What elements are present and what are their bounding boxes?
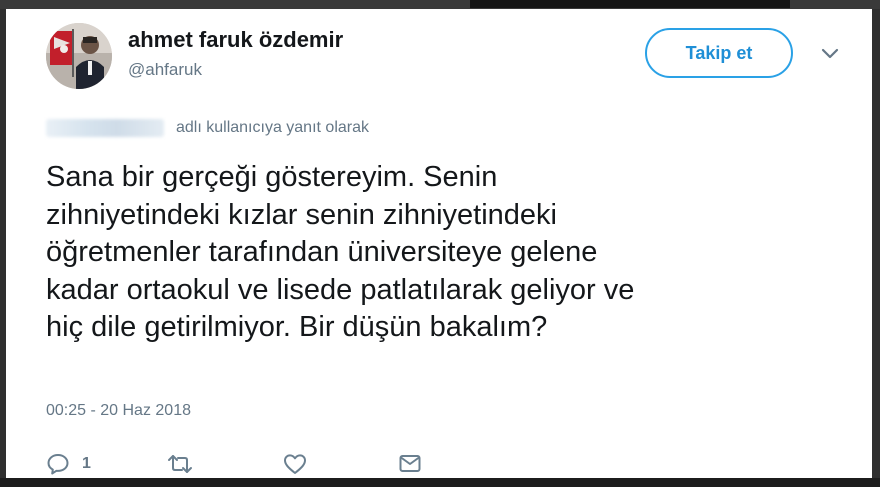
tweet-timestamp[interactable]: 00:25 - 20 Haz 2018 (46, 402, 191, 420)
tweet-line: kadar ortaokul ve lisede patlatılarak ge… (46, 273, 635, 306)
more-options-caret[interactable] (819, 46, 841, 62)
avatar-photo (46, 23, 112, 89)
retweet-icon (168, 455, 192, 473)
avatar[interactable] (46, 23, 112, 89)
reply-count: 1 (82, 455, 91, 472)
direct-message-button[interactable] (398, 451, 422, 477)
chevron-down-icon (821, 48, 839, 59)
like-button[interactable] (283, 451, 307, 477)
top-edge (0, 0, 880, 9)
reply-icon (47, 454, 69, 475)
tweet-line: öğretmenler tarafından üniversiteye gele… (46, 236, 598, 268)
redacted-username[interactable] (46, 119, 164, 137)
user-handle[interactable]: @ahfaruk (128, 60, 202, 80)
tweet-line: hiç dile getirilmiyor. Bir düşün bakalım… (46, 311, 548, 343)
like-icon (284, 454, 306, 474)
screenshot-frame: ahmet faruk özdemir @ahfaruk Takip et ad… (0, 0, 880, 487)
tweet-line: zihniyetindeki kızlar senin zihniyetinde… (46, 198, 557, 231)
tweet-card: ahmet faruk özdemir @ahfaruk Takip et ad… (6, 9, 872, 479)
reply-context-label: adlı kullanıcıya yanıt olarak (176, 119, 369, 136)
retweet-button[interactable] (166, 451, 194, 477)
reply-context: adlı kullanıcıya yanıt olarak (46, 117, 369, 139)
display-name[interactable]: ahmet faruk özdemir (128, 27, 343, 53)
follow-button[interactable]: Takip et (645, 28, 793, 78)
bottom-edge (0, 478, 880, 487)
top-edge-dark-segment (470, 0, 790, 8)
tweet-text: Sana bir gerçeği göstereyim. Senin zihni… (46, 159, 846, 347)
message-icon (399, 455, 421, 472)
reply-button[interactable]: 1 (46, 451, 91, 477)
tweet-line: Sana bir gerçeği göstereyim. Senin (46, 161, 498, 193)
